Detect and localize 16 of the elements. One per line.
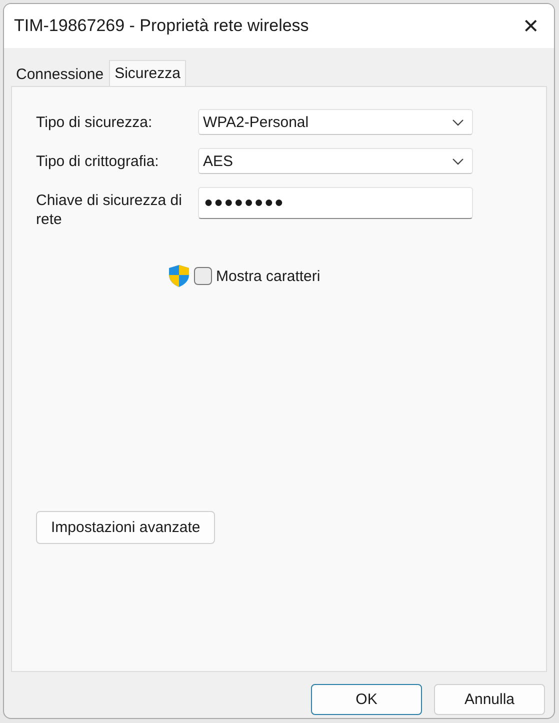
dropdown[interactable]: WPA2-Personal	[198, 109, 473, 135]
tab[interactable]: Sicurezza	[108, 60, 186, 86]
dialog-button[interactable]: Annulla	[434, 684, 545, 715]
chevron-down-icon	[452, 158, 464, 164]
chevron-down-icon	[452, 118, 464, 126]
window-title: TIM-19867269 - Proprietà rete wireless	[14, 16, 309, 36]
password-field[interactable]: ●●●●●●●●	[198, 187, 473, 219]
shield-icon	[168, 264, 190, 288]
advanced-settings-button[interactable]: Impostazioni avanzate	[36, 511, 216, 544]
close-button[interactable]: ✕	[508, 4, 554, 48]
dialog-button[interactable]: OK	[311, 684, 422, 715]
dropdown[interactable]: AES	[198, 148, 473, 174]
show-characters-checkbox[interactable]: Mostra caratteri	[194, 267, 320, 285]
field-label: Chiave di sicurezza di rete	[36, 191, 183, 229]
field-label: Tipo di sicurezza:	[36, 113, 154, 132]
field-label: Tipo di crittografia:	[36, 152, 160, 171]
